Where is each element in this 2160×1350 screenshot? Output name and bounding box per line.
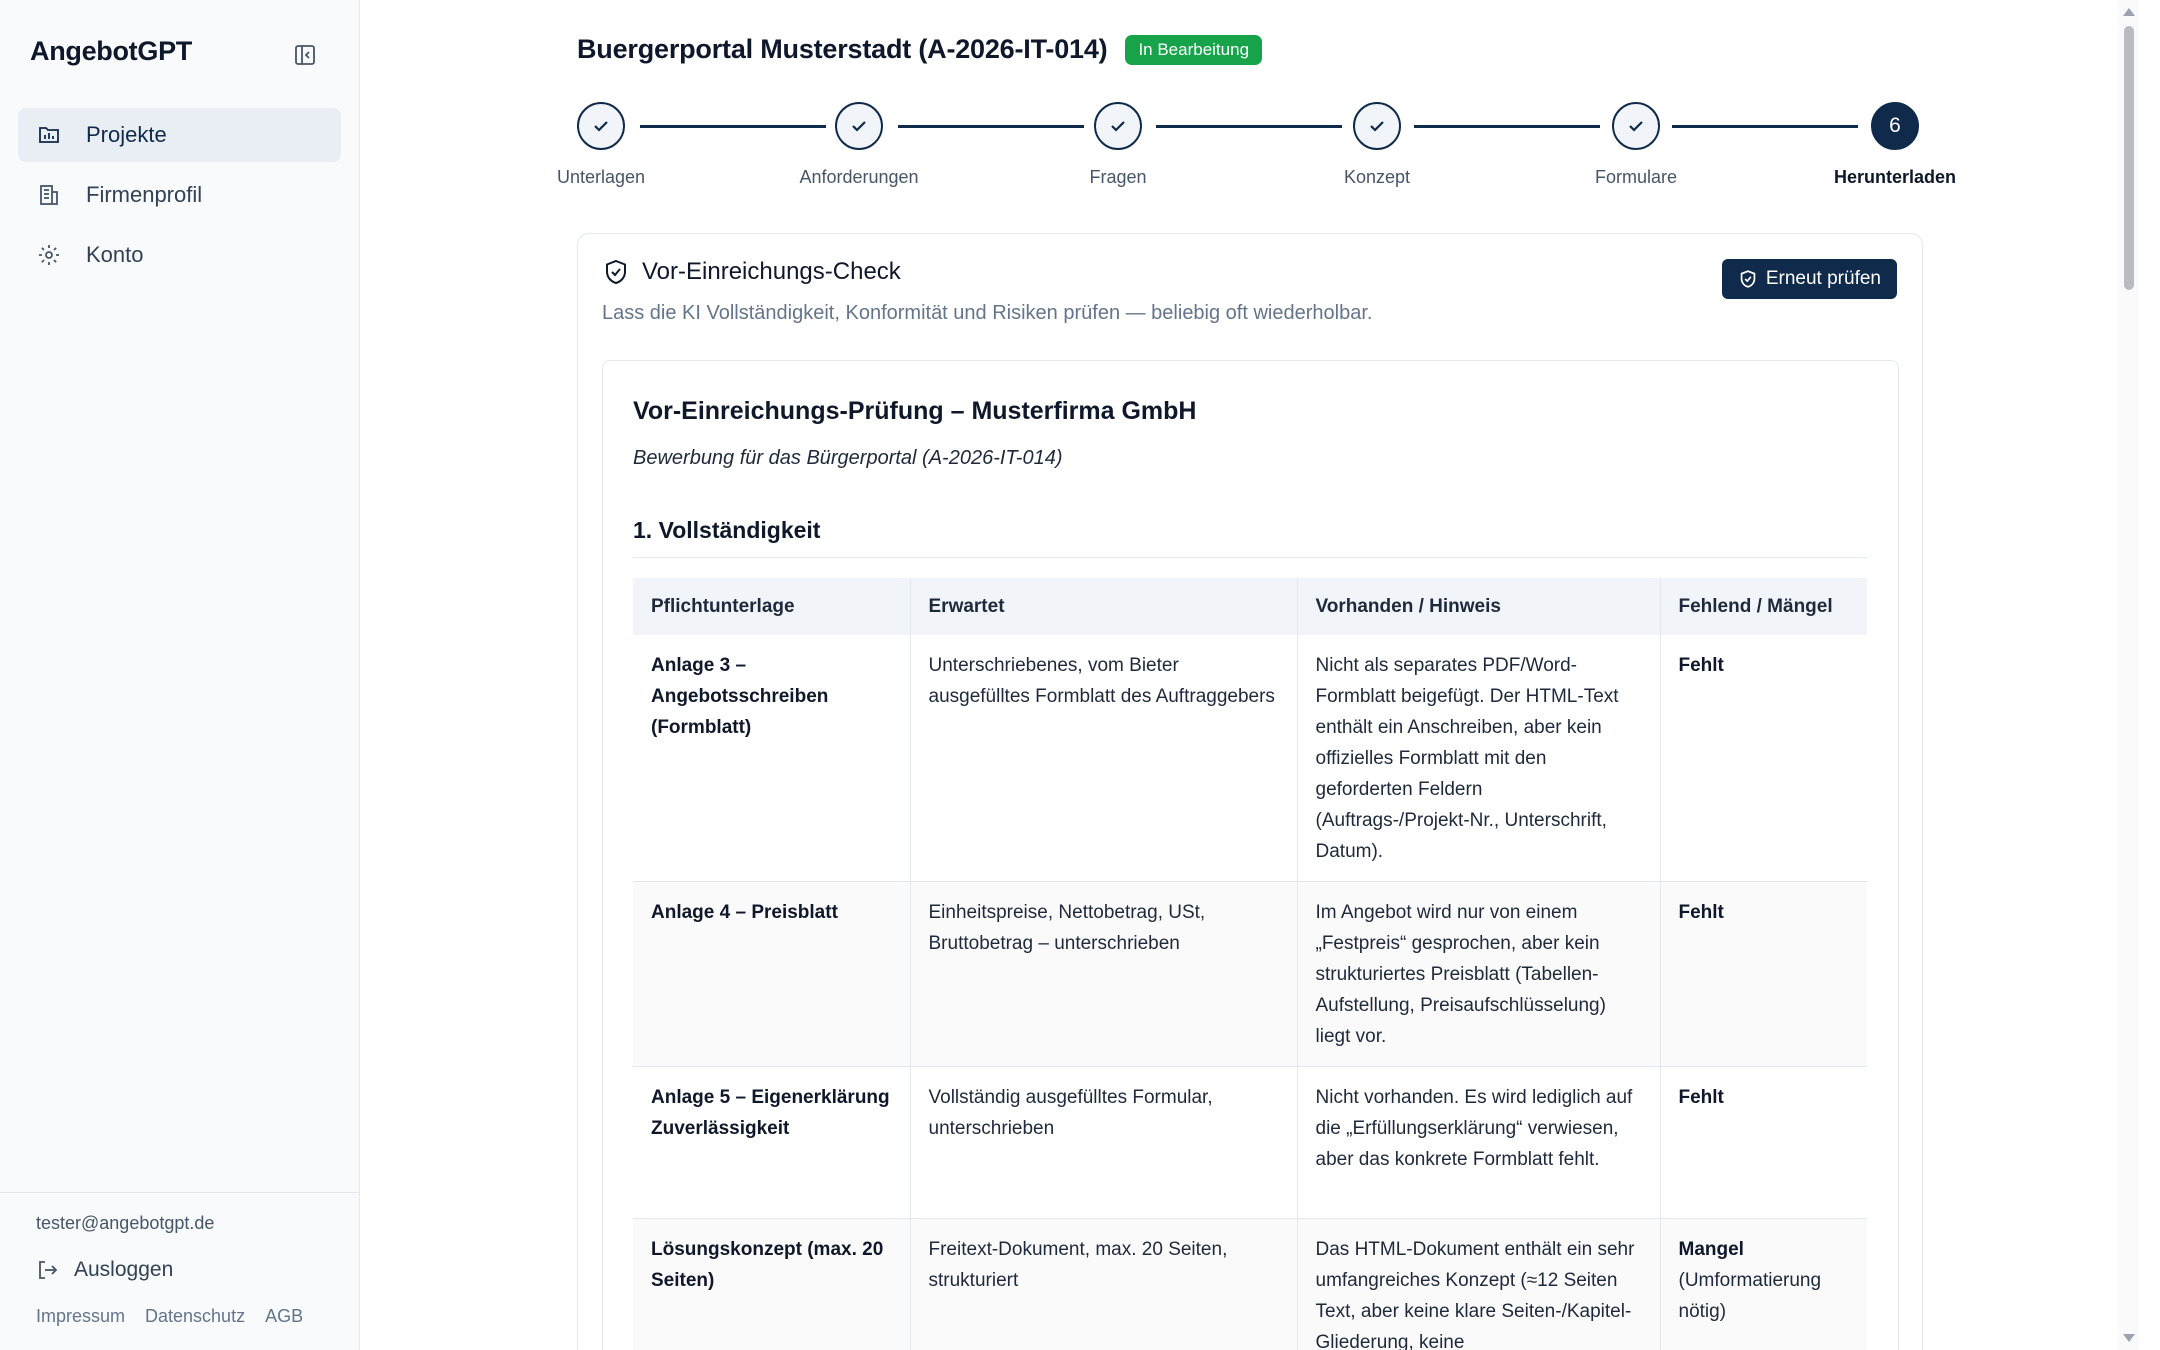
step-done-circle	[1094, 102, 1142, 150]
step-done-circle	[577, 102, 625, 150]
sidebar-nav: Projekte Firmenprofil Konto	[18, 108, 341, 288]
step-label: Formulare	[1594, 167, 1678, 187]
report-title: Vor-Einreichungs-Prüfung – Musterfirma G…	[633, 397, 1197, 425]
divider	[633, 557, 1867, 558]
gear-icon	[36, 242, 62, 268]
page-scrollbar[interactable]	[2118, 0, 2139, 1350]
card-header: Vor-Einreichungs-Check	[602, 258, 901, 286]
scroll-up-arrow[interactable]	[2123, 8, 2135, 16]
step-anforderungen[interactable]: Anforderungen	[759, 102, 959, 188]
status-label: Fehlt	[1678, 655, 1724, 676]
status-label: Mangel	[1678, 1239, 1744, 1260]
step-fragen[interactable]: Fragen	[1018, 102, 1218, 188]
shield-check-icon	[1740, 270, 1756, 288]
step-done-circle	[1612, 102, 1660, 150]
sidebar-item-label: Firmenprofil	[86, 182, 203, 207]
step-label: Konzept	[1343, 167, 1411, 187]
table-cell-document: Lösungskonzept (max. 20 Seiten)	[633, 1218, 911, 1350]
step-label: Herunterladen	[1833, 167, 1957, 187]
progress-stepper: Unterlagen Anforderungen Fragen Konzept …	[361, 0, 2139, 200]
table-cell-document: Anlage 5 – Eigenerklärung Zuverlässigkei…	[633, 1066, 911, 1219]
column-header: Fehlend / Mängel	[1660, 578, 1867, 635]
table-cell-expected: Freitext-Dokument, max. 20 Seiten, struk…	[910, 1218, 1298, 1350]
table-row: Anlage 5 – Eigenerklärung Zuverlässigkei…	[633, 1066, 1867, 1219]
folder-chart-icon	[36, 122, 62, 148]
table-row: Anlage 3 – Angebotsschreiben (Formblatt)…	[633, 635, 1867, 882]
table-cell-expected: Vollständig ausgefülltes Formular, unter…	[910, 1066, 1298, 1219]
check-icon	[852, 121, 866, 132]
step-label: Unterlagen	[556, 167, 646, 187]
section-title: 1. Vollständigkeit	[633, 517, 821, 543]
step-konzept[interactable]: Konzept	[1277, 102, 1477, 188]
step-label: Anforderungen	[799, 167, 919, 187]
column-header: Erwartet	[910, 578, 1298, 635]
table-cell-status: Fehlt	[1660, 635, 1867, 882]
logout-icon	[39, 1261, 58, 1279]
logout-label: Ausloggen	[74, 1258, 174, 1281]
column-header: Vorhanden / Hinweis	[1297, 578, 1661, 635]
impressum-link[interactable]: Impressum	[36, 1306, 125, 1327]
table-cell-status: Fehlt	[1660, 881, 1867, 1067]
sidebar-item-firmenprofil[interactable]: Firmenprofil	[18, 168, 341, 222]
table-cell-document: Anlage 3 – Angebotsschreiben (Formblatt)	[633, 635, 911, 882]
table-row: Anlage 4 – Preisblatt Einheitspreise, Ne…	[633, 881, 1867, 1067]
step-label: Fragen	[1089, 167, 1147, 187]
check-icon	[594, 121, 608, 132]
step-formulare[interactable]: Formulare	[1536, 102, 1736, 188]
table-cell-expected: Einheitspreise, Nettobetrag, USt, Brutto…	[910, 881, 1298, 1067]
step-done-circle	[835, 102, 883, 150]
table-cell-status: Mangel (Umformatierung nötig)	[1660, 1218, 1867, 1350]
check-report: Vor-Einreichungs-Prüfung – Musterfirma G…	[602, 360, 1899, 1350]
completeness-table: Pflichtunterlage Erwartet Vorhanden / Hi…	[633, 578, 1867, 1350]
step-herunterladen[interactable]: 6 Herunterladen	[1795, 102, 1995, 188]
table-cell-expected: Unterschriebenes, vom Bieter ausgefüllte…	[910, 635, 1298, 882]
shield-check-icon	[606, 259, 626, 285]
table-cell-note: Im Angebot wird nur von einem „Festpreis…	[1297, 881, 1661, 1067]
sidebar: AngebotGPT Projekte Firmenprofil Konto t…	[0, 0, 360, 1350]
sidebar-item-label: Projekte	[86, 122, 167, 147]
sidebar-footer: tester@angebotgpt.de Ausloggen Impressum…	[0, 1192, 359, 1327]
datenschutz-link[interactable]: Datenschutz	[145, 1306, 245, 1327]
card-title: Vor-Einreichungs-Check	[642, 258, 901, 285]
table-cell-note: Das HTML-Dokument enthält ein sehr umfan…	[1297, 1218, 1661, 1350]
table-cell-note: Nicht als separates PDF/Word-Formblatt b…	[1297, 635, 1661, 882]
agb-link[interactable]: AGB	[265, 1306, 303, 1327]
report-subtitle: Bewerbung für das Bürgerportal (A-2026-I…	[633, 447, 1063, 469]
step-done-circle	[1353, 102, 1401, 150]
step-current-circle: 6	[1871, 102, 1919, 150]
check-icon	[1111, 121, 1125, 132]
app-brand: AngebotGPT	[30, 36, 192, 66]
check-icon	[1370, 121, 1384, 132]
scroll-down-arrow[interactable]	[2123, 1334, 2135, 1342]
status-label: Fehlt	[1678, 902, 1724, 923]
building-icon	[36, 182, 62, 208]
table-header-row: Pflichtunterlage Erwartet Vorhanden / Hi…	[633, 578, 1867, 635]
step-unterlagen[interactable]: Unterlagen	[501, 102, 701, 188]
check-icon	[1629, 121, 1643, 132]
pre-submission-check-card: Vor-Einreichungs-Check Lass die KI Volls…	[577, 233, 1923, 1350]
logout-button[interactable]: Ausloggen	[36, 1258, 359, 1282]
sidebar-item-projekte[interactable]: Projekte	[18, 108, 341, 162]
sidebar-item-label: Konto	[86, 242, 144, 267]
sidebar-collapse-button[interactable]	[290, 40, 320, 70]
main-content: Buergerportal Musterstadt (A-2026-IT-014…	[361, 0, 2139, 1350]
status-label: Fehlt	[1678, 1087, 1724, 1108]
status-detail: (Umformatierung nötig)	[1678, 1270, 1822, 1322]
table-cell-status: Fehlt	[1660, 1066, 1867, 1219]
table-cell-document: Anlage 4 – Preisblatt	[633, 881, 911, 1067]
recheck-button[interactable]: Erneut prüfen	[1721, 259, 1897, 299]
column-header: Pflichtunterlage	[633, 578, 911, 635]
sidebar-item-konto[interactable]: Konto	[18, 228, 341, 282]
table-cell-note: Nicht vorhanden. Es wird lediglich auf d…	[1297, 1066, 1661, 1219]
scroll-thumb[interactable]	[2124, 26, 2134, 290]
recheck-button-label: Erneut prüfen	[1765, 268, 1881, 289]
legal-links: Impressum Datenschutz AGB	[36, 1306, 359, 1327]
panel-left-icon	[295, 45, 315, 65]
table-row: Lösungskonzept (max. 20 Seiten) Freitext…	[633, 1218, 1867, 1350]
user-email: tester@angebotgpt.de	[36, 1213, 215, 1233]
card-subtitle: Lass die KI Vollständigkeit, Konformität…	[602, 302, 1373, 324]
